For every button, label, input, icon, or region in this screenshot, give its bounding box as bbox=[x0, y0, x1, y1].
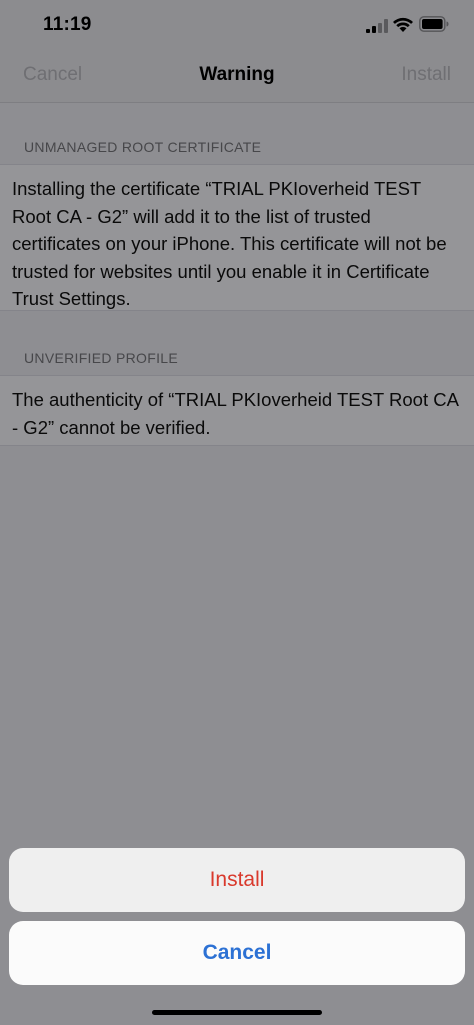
nav-bar: Cancel Warning Install bbox=[0, 50, 474, 103]
section-body-unmanaged-root-certificate: Installing the certificate “TRIAL PKIove… bbox=[0, 164, 474, 311]
screen: 11:19 Cancel Warning Install UNMANAGED R… bbox=[0, 0, 474, 1025]
section-header-unmanaged-root-certificate: UNMANAGED ROOT CERTIFICATE bbox=[24, 139, 262, 155]
status-bar: 11:19 bbox=[0, 0, 474, 50]
signal-icon bbox=[366, 19, 388, 33]
install-button[interactable]: Install bbox=[9, 848, 465, 912]
status-time: 11:19 bbox=[43, 14, 92, 35]
cancel-button[interactable]: Cancel bbox=[9, 921, 465, 985]
battery-icon bbox=[419, 16, 449, 32]
nav-install-button[interactable]: Install bbox=[401, 64, 451, 86]
section-header-unverified-profile: UNVERIFIED PROFILE bbox=[24, 350, 178, 366]
section-body-unverified-profile: The authenticity of “TRIAL PKIoverheid T… bbox=[0, 375, 474, 446]
home-indicator[interactable] bbox=[152, 1010, 322, 1015]
wifi-icon bbox=[393, 17, 413, 32]
